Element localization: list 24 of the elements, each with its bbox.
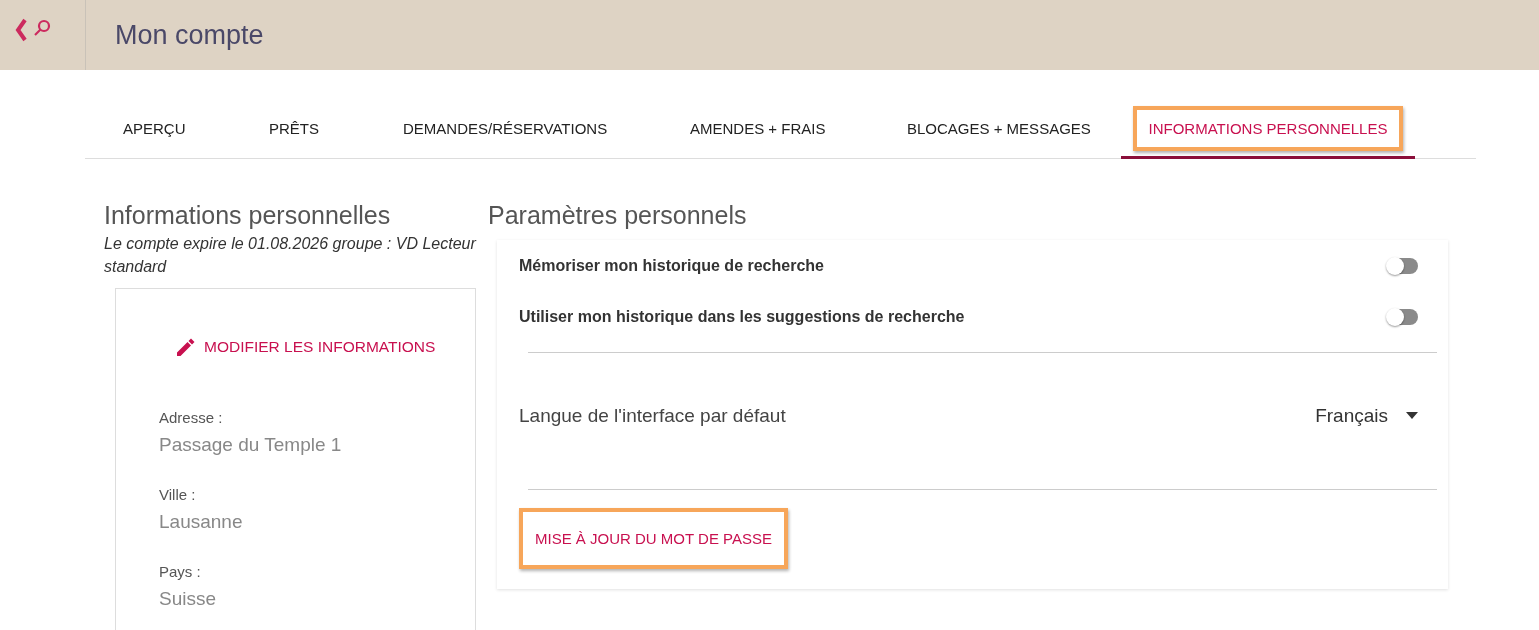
password-update-button[interactable]: MISE À JOUR DU MOT DE PASSE xyxy=(519,508,788,569)
setting-label: Mémoriser mon historique de recherche xyxy=(519,256,824,275)
setting-label: Utiliser mon historique dans les suggestions de recherche xyxy=(519,307,965,326)
account-expiry-text: Le compte expire le 01.08.2026 groupe : VD Lecteur standard xyxy=(104,234,478,277)
toggle-switch[interactable] xyxy=(1387,257,1418,274)
tab[interactable]: PRÊTS xyxy=(253,100,387,159)
field-label: Pays : xyxy=(159,563,202,580)
section-heading: Paramètres personnels xyxy=(488,201,748,230)
tab[interactable]: APERÇU xyxy=(85,100,253,159)
field-value: Passage du Temple 1 xyxy=(159,434,343,456)
field-value: Suisse xyxy=(159,588,218,610)
field-label: Ville : xyxy=(159,486,197,503)
tab[interactable]: BLOCAGES + MESSAGES xyxy=(891,100,1121,159)
edit-info-button[interactable]: MODIFIER LES INFORMATIONS xyxy=(174,335,436,359)
tab[interactable]: AMENDES + FRAIS xyxy=(674,100,891,159)
language-dropdown[interactable]: Français xyxy=(1315,405,1418,427)
page-title: Mon compte xyxy=(115,19,264,51)
toggle-switch[interactable] xyxy=(1387,308,1418,325)
tab[interactable]: DEMANDES/RÉSERVATIONS xyxy=(387,100,674,159)
setting-label: Langue de l'interface par défaut xyxy=(519,405,786,427)
field-value: Lausanne xyxy=(159,511,244,533)
section-heading: Informations personnelles xyxy=(104,201,392,230)
field-label: Adresse : xyxy=(159,409,224,426)
caret-icon xyxy=(1406,412,1418,420)
